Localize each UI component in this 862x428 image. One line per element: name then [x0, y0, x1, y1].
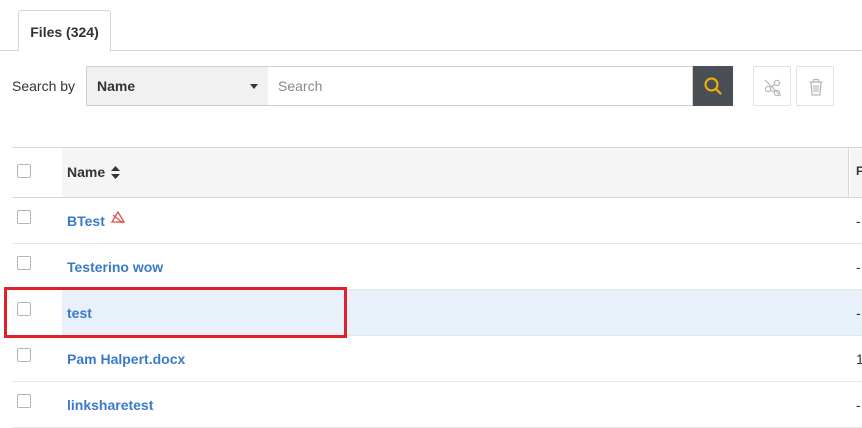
header-name-cell [62, 148, 849, 197]
warning-icon [110, 210, 126, 224]
file-link[interactable]: test [67, 305, 92, 321]
tab-files[interactable]: Files (324) [18, 10, 111, 52]
sort-icon[interactable] [111, 166, 120, 179]
search-button[interactable] [693, 66, 733, 106]
file-link[interactable]: Pam Halpert.docx [67, 351, 185, 367]
search-field-selected-value: Name [97, 78, 136, 94]
row-partial-cell: - [856, 397, 861, 413]
search-field-select[interactable]: Name [86, 66, 269, 106]
row-checkbox[interactable] [17, 302, 31, 316]
table-row[interactable]: Pam Halpert.docx 1 [12, 336, 862, 382]
row-checkbox[interactable] [17, 256, 31, 270]
row-checkbox[interactable] [17, 210, 31, 224]
search-by-label: Search by [12, 78, 76, 94]
row-partial-cell: - [856, 213, 861, 229]
trash-icon [809, 78, 823, 96]
tabs-bar: Files (324) [0, 0, 862, 52]
row-partial-cell: 1 [856, 351, 862, 367]
search-icon [704, 77, 722, 95]
file-link[interactable]: linksharetest [67, 397, 153, 413]
files-table: Name F BTest - Testerino wow - test - Pa… [12, 147, 862, 428]
row-name-cell [62, 198, 862, 243]
select-all-checkbox[interactable] [17, 164, 31, 178]
row-partial-cell: - [856, 305, 861, 321]
unshare-button[interactable] [753, 66, 791, 106]
row-name-cell [62, 244, 862, 289]
row-partial-cell: - [856, 259, 861, 275]
table-row[interactable]: BTest - [12, 198, 862, 244]
search-input[interactable] [268, 66, 693, 106]
row-checkbox[interactable] [17, 348, 31, 362]
delete-button[interactable] [796, 66, 834, 106]
row-name-cell [62, 290, 862, 335]
unshare-icon [764, 79, 782, 97]
column-header-partial: F [856, 164, 862, 178]
column-header-name[interactable]: Name [67, 164, 105, 180]
table-row[interactable]: test - [12, 290, 862, 336]
row-checkbox[interactable] [17, 394, 31, 408]
table-header: Name F [12, 147, 862, 198]
row-name-cell [62, 382, 862, 427]
file-link[interactable]: BTest [67, 213, 105, 229]
chevron-down-icon [250, 84, 258, 89]
table-row[interactable]: Testerino wow - [12, 244, 862, 290]
table-row[interactable]: linksharetest - [12, 382, 862, 428]
file-link[interactable]: Testerino wow [67, 259, 163, 275]
